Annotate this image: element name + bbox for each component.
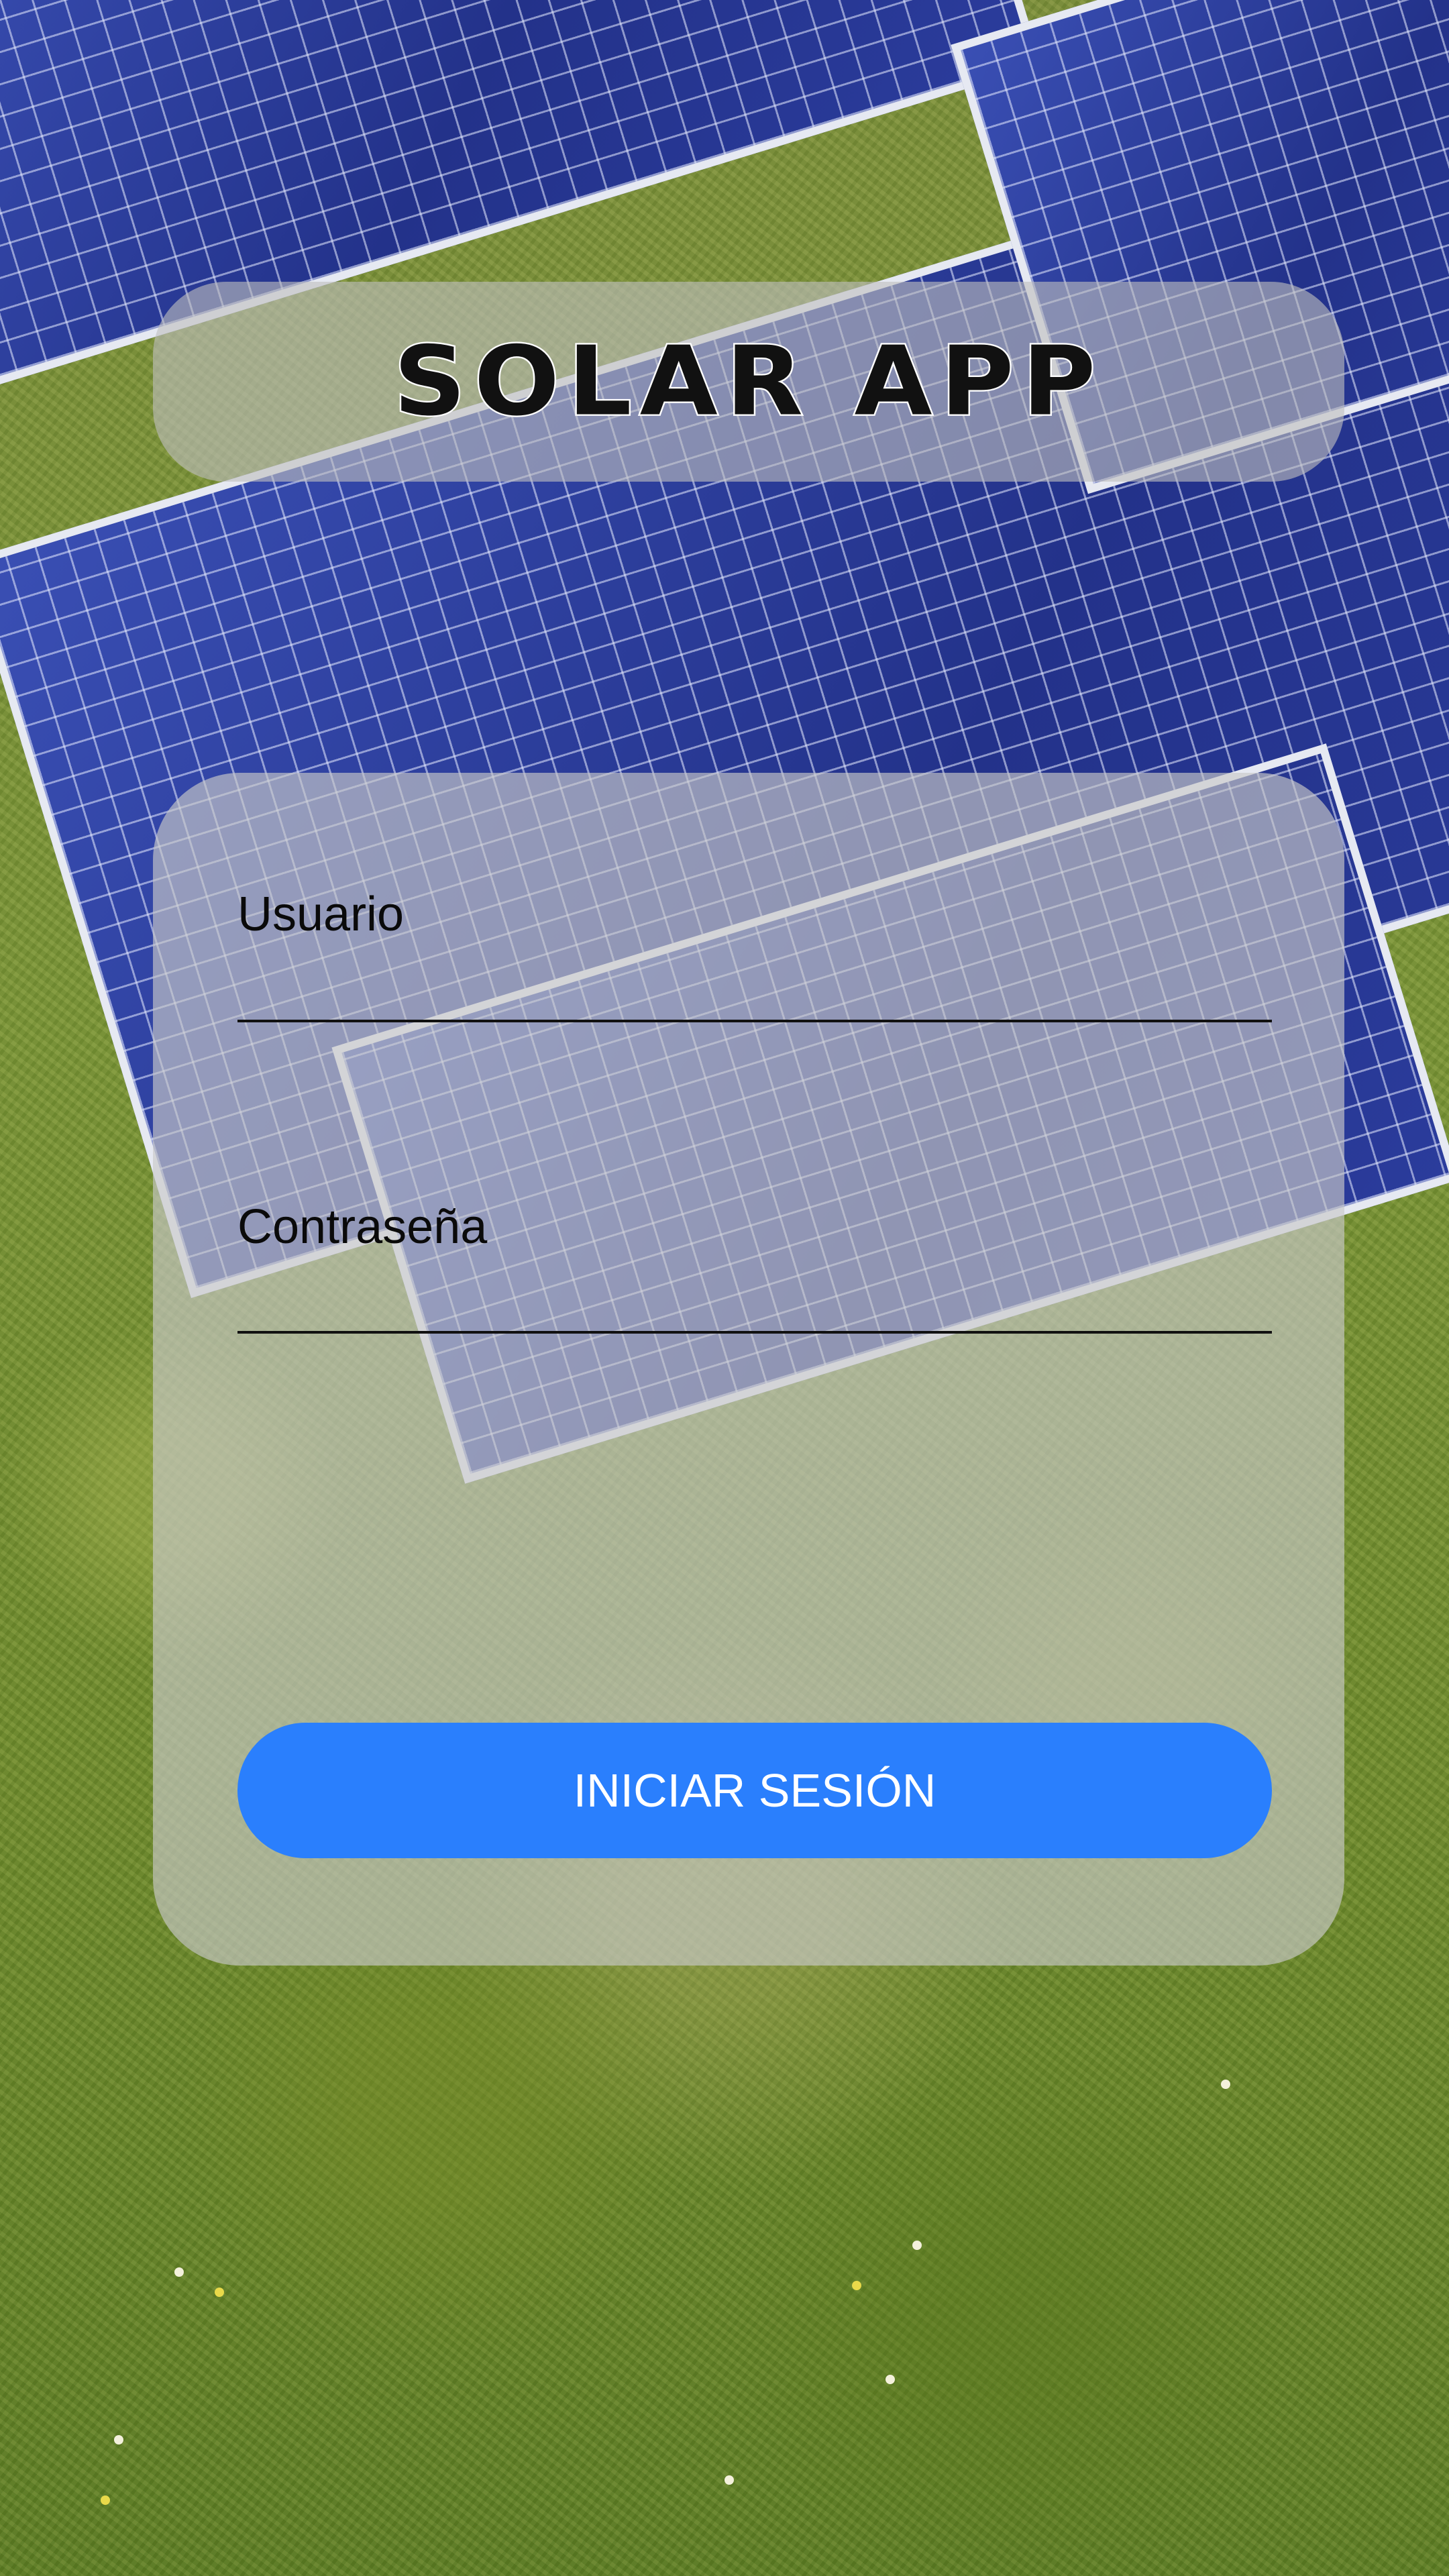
app-title: SOLAR APP — [392, 325, 1104, 439]
flower-decoration — [885, 2375, 895, 2384]
login-button[interactable]: INICIAR SESIÓN — [237, 1723, 1272, 1858]
flower-decoration — [114, 2435, 123, 2445]
login-screen: SOLAR APP Usuario Contraseña INICIAR SES… — [0, 0, 1449, 2576]
password-field-group: Contraseña — [237, 1199, 1272, 1354]
flower-decoration — [912, 2241, 922, 2250]
password-label: Contraseña — [237, 1200, 488, 1254]
flower-decoration — [1221, 2080, 1230, 2089]
flower-decoration — [101, 2496, 110, 2505]
username-underline — [237, 1020, 1272, 1022]
password-underline — [237, 1331, 1272, 1334]
login-form: Usuario Contraseña INICIAR SESIÓN — [153, 773, 1344, 1966]
username-input[interactable] — [237, 961, 1272, 1021]
title-card: SOLAR APP — [153, 282, 1344, 482]
password-input[interactable] — [237, 1273, 1272, 1334]
username-label: Usuario — [237, 888, 405, 941]
username-field-group: Usuario — [237, 887, 1272, 1041]
flower-decoration — [174, 2267, 184, 2277]
flower-decoration — [215, 2288, 224, 2297]
flower-decoration — [724, 2475, 734, 2485]
flower-decoration — [852, 2281, 861, 2290]
